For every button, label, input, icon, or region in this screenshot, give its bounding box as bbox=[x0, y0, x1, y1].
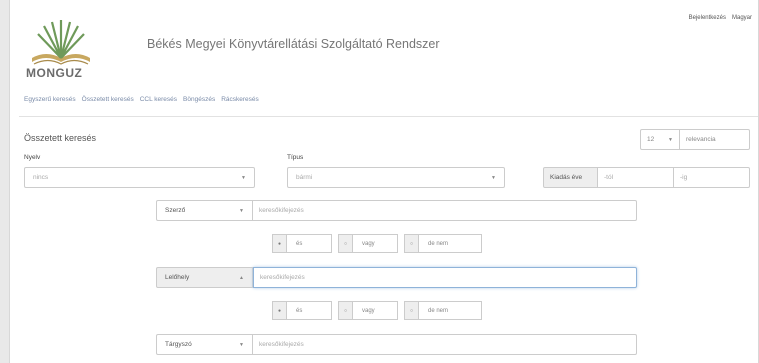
type-select[interactable]: bármi ▼ bbox=[287, 167, 505, 188]
year-from-input[interactable]: -tól bbox=[598, 167, 674, 188]
field-value: Szerző bbox=[165, 207, 186, 214]
and-radio[interactable]: ● bbox=[272, 301, 287, 320]
language-label: Nyelv bbox=[24, 154, 41, 161]
year-label: Kiadás éve bbox=[543, 167, 598, 188]
and-label: és bbox=[287, 301, 332, 320]
search-term-input[interactable]: keresőkifejezés bbox=[253, 267, 637, 288]
menu-simple-search[interactable]: Egyszerű keresés bbox=[24, 96, 76, 103]
year-to-input[interactable]: -ig bbox=[674, 167, 750, 188]
type-value: bármi bbox=[296, 174, 313, 181]
chevron-down-icon: ▼ bbox=[239, 341, 244, 348]
search-row: Tárgyszó ▼ keresőkifejezés bbox=[156, 334, 637, 355]
menu-advanced-search[interactable]: Összetett keresés bbox=[82, 96, 134, 103]
login-link[interactable]: Bejelentkezés bbox=[689, 15, 726, 21]
or-label: vagy bbox=[353, 234, 398, 253]
page-size-select[interactable]: 12 ▼ bbox=[640, 129, 680, 150]
field-select[interactable]: Szerző ▼ bbox=[156, 200, 253, 221]
main-menu: Egyszerű keresés Összetett keresés CCL k… bbox=[24, 96, 259, 103]
sort-value: relevancia bbox=[686, 136, 716, 143]
chevron-down-icon: ▼ bbox=[491, 174, 496, 181]
language-link[interactable]: Magyar bbox=[732, 15, 752, 21]
search-row: Szerző ▼ keresőkifejezés bbox=[156, 200, 637, 221]
language-value: nincs bbox=[33, 174, 49, 181]
and-label: és bbox=[287, 234, 332, 253]
app-title: Békés Megyei Könyvtárellátási Szolgáltat… bbox=[147, 37, 440, 51]
page-size-value: 12 bbox=[647, 136, 655, 143]
chevron-down-icon: ▼ bbox=[668, 136, 673, 143]
not-radio[interactable]: ○ bbox=[404, 234, 419, 253]
menu-ccl-search[interactable]: CCL keresés bbox=[140, 96, 177, 103]
or-radio[interactable]: ○ bbox=[338, 301, 353, 320]
search-term-input[interactable]: keresőkifejezés bbox=[253, 200, 637, 221]
field-select[interactable]: Tárgyszó ▼ bbox=[156, 334, 253, 355]
not-radio[interactable]: ○ bbox=[404, 301, 419, 320]
operator-group: ● és ○ vagy ○ de nem bbox=[272, 234, 482, 253]
field-value: Lelőhely bbox=[165, 274, 190, 281]
type-label: Típus bbox=[287, 154, 304, 161]
sort-select[interactable]: relevancia bbox=[680, 129, 750, 150]
search-term-input[interactable]: keresőkifejezés bbox=[253, 334, 637, 355]
search-row: Lelőhely ▲ keresőkifejezés bbox=[156, 267, 637, 288]
chevron-down-icon: ▲ bbox=[239, 274, 244, 281]
menu-grid-search[interactable]: Rácskeresés bbox=[221, 96, 259, 103]
top-links: Bejelentkezés Magyar bbox=[689, 15, 752, 21]
header-divider bbox=[19, 116, 758, 117]
year-range: Kiadás éve -tól -ig bbox=[543, 167, 750, 188]
chevron-down-icon: ▼ bbox=[239, 207, 244, 214]
logo-text: MONGUZ bbox=[26, 66, 83, 80]
field-select[interactable]: Lelőhely ▲ bbox=[156, 267, 253, 288]
or-radio[interactable]: ○ bbox=[338, 234, 353, 253]
not-label: de nem bbox=[419, 234, 482, 253]
and-radio[interactable]: ● bbox=[272, 234, 287, 253]
or-label: vagy bbox=[353, 301, 398, 320]
field-value: Tárgyszó bbox=[165, 341, 192, 348]
not-label: de nem bbox=[419, 301, 482, 320]
operator-group: ● és ○ vagy ○ de nem bbox=[272, 301, 482, 320]
page-frame: Bejelentkezés Magyar MONGUZ Békés Megyei… bbox=[9, 0, 759, 363]
page-title: Összetett keresés bbox=[24, 133, 97, 143]
menu-browse[interactable]: Böngészés bbox=[183, 96, 215, 103]
result-options: 12 ▼ relevancia bbox=[640, 129, 750, 150]
chevron-down-icon: ▼ bbox=[241, 174, 246, 181]
language-select[interactable]: nincs ▼ bbox=[24, 167, 255, 188]
